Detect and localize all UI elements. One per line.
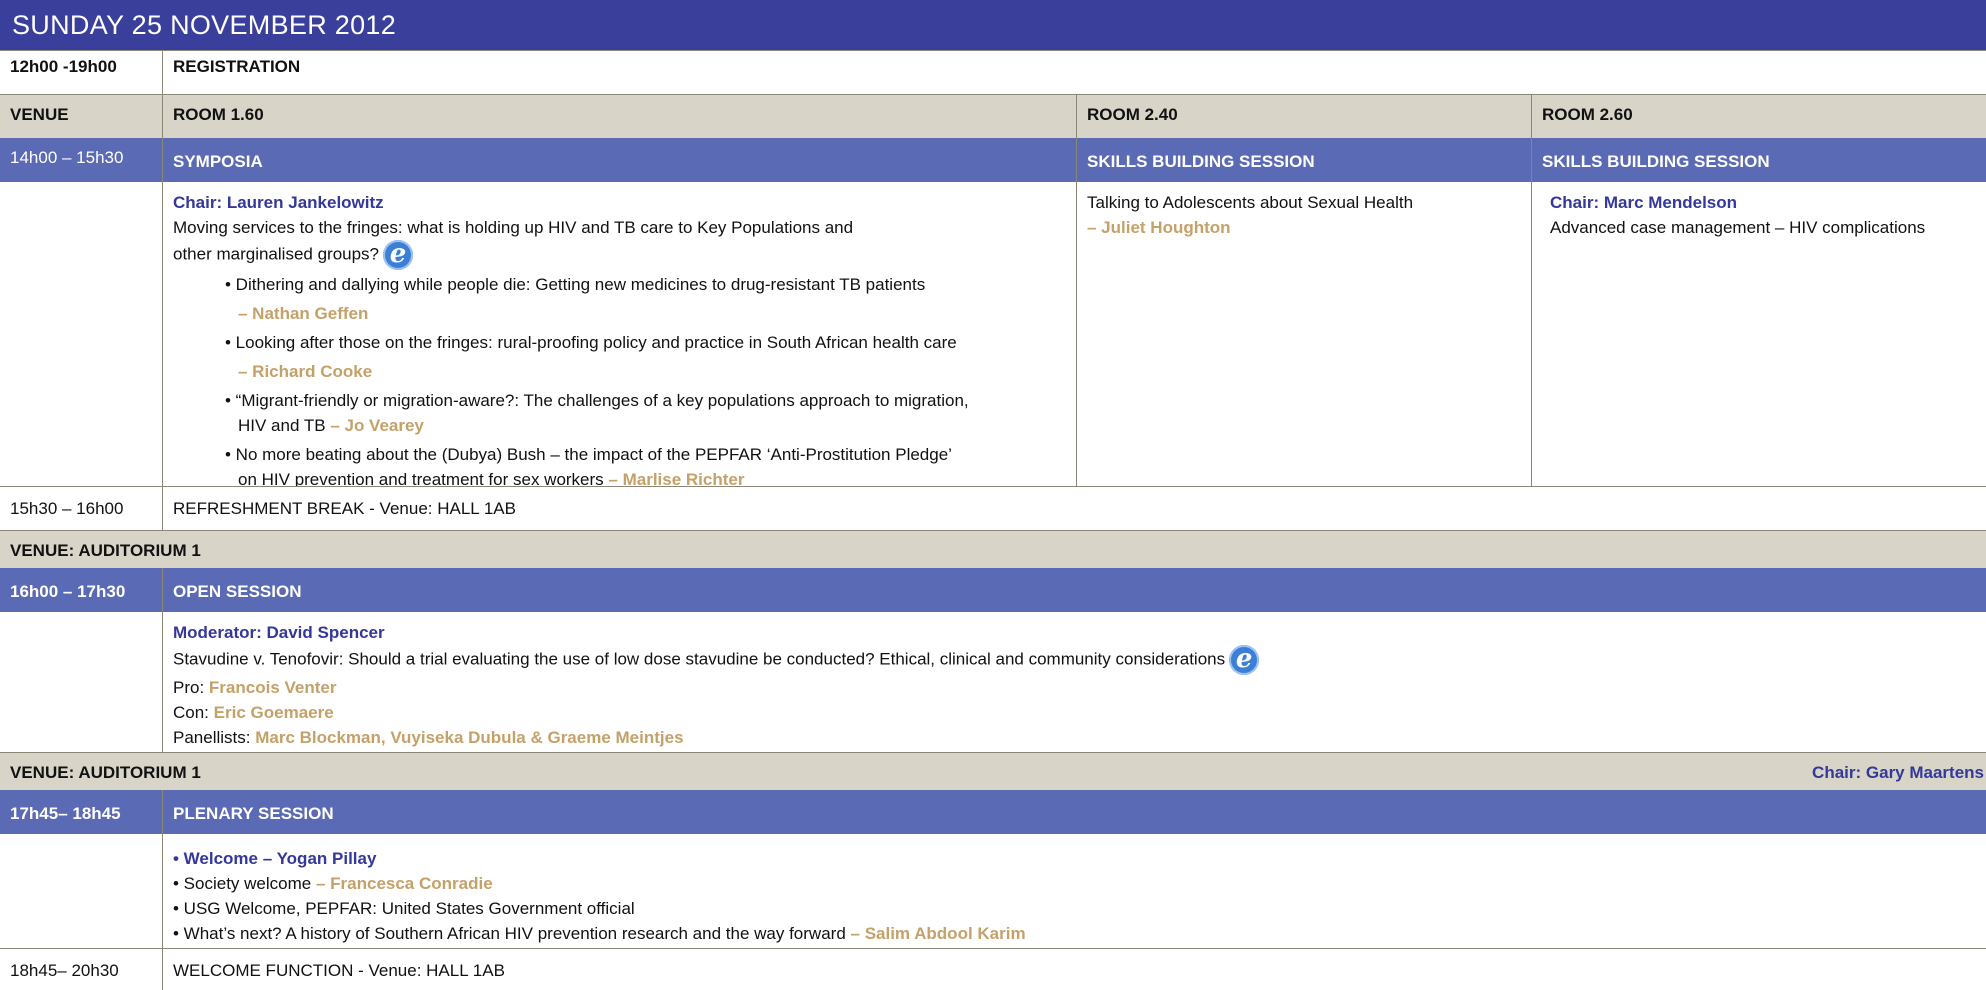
session1-time: 14h00 – 15h30 — [10, 148, 124, 167]
welcome-function-label: WELCOME FUNCTION - Venue: HALL 1AB — [162, 949, 1986, 990]
symposia-title-line2: other marginalised groups? — [173, 244, 380, 264]
con-speaker: Eric Goemaere — [213, 703, 334, 722]
venue-header-row: VENUE ROOM 1.60 ROOM 2.40 ROOM 2.60 — [0, 94, 1986, 138]
room-1-60: ROOM 1.60 — [162, 95, 1076, 138]
room260-content: Chair: Marc Mendelson Advanced case mana… — [1531, 182, 1986, 486]
registration-time: 12h00 -19h00 — [10, 57, 117, 76]
symposia-item-4-text2: on HIV prevention and treatment for sex … — [238, 470, 604, 486]
plenary-time: 17h45– 18h45 — [10, 804, 121, 823]
con-label: Con: — [173, 703, 209, 722]
registration-row: 12h00 -19h00 REGISTRATION — [0, 50, 1986, 94]
registration-label: REGISTRATION — [162, 51, 1986, 94]
open-session-con: Con: Eric Goemaere — [173, 700, 1976, 725]
open-session-label: OPEN SESSION — [162, 568, 1986, 612]
welcome-function-time: 18h45– 20h30 — [10, 961, 119, 980]
pro-label: Pro: — [173, 678, 205, 697]
room260-chair: Chair: Marc Mendelson — [1550, 193, 1738, 212]
room240-speaker: – Juliet Houghton — [1087, 218, 1231, 237]
session1-content-row: Chair: Lauren Jankelowitz Moving service… — [0, 182, 1986, 486]
skills-session-label-2: SKILLS BUILDING SESSION — [1531, 138, 1986, 182]
plenary-society-text: • Society welcome — [173, 874, 312, 893]
plenary-label: PLENARY SESSION — [162, 790, 1986, 834]
plenary-society: • Society welcome – Francesca Conradie — [173, 871, 1976, 896]
venue-aud1b-row: VENUE: AUDITORIUM 1 Chair: Gary Maartens — [0, 752, 1986, 790]
symposia-title-line2-wrap: other marginalised groups? e — [173, 240, 1066, 270]
plenary-society-speaker: – Francesca Conradie — [315, 874, 493, 893]
break1-time: 15h30 – 16h00 — [10, 499, 124, 518]
session1-header-row: 14h00 – 15h30 SYMPOSIA SKILLS BUILDING S… — [0, 138, 1986, 182]
e-learning-icon[interactable]: e — [1229, 645, 1260, 675]
page-title-bar: SUNDAY 25 NOVEMBER 2012 — [0, 0, 1986, 50]
plenary-next-text: • What’s next? A history of Southern Afr… — [173, 924, 846, 943]
plenary-time-blank — [0, 834, 162, 948]
symposia-label: SYMPOSIA — [162, 138, 1076, 182]
pro-speaker: Francois Venter — [208, 678, 337, 697]
room-2-60: ROOM 2.60 — [1531, 95, 1986, 138]
e-learning-icon[interactable]: e — [383, 240, 414, 270]
open-session-content-row: Moderator: David Spencer Stavudine v. Te… — [0, 612, 1986, 752]
room240-title: Talking to Adolescents about Sexual Heal… — [1087, 193, 1414, 212]
panel-label: Panellists: — [173, 728, 251, 747]
symposia-content: Chair: Lauren Jankelowitz Moving service… — [162, 182, 1076, 486]
venue-aud1-label: VENUE: AUDITORIUM 1 — [10, 541, 201, 560]
symposia-item-3-speaker: – Jo Vearey — [330, 416, 424, 435]
open-session-time: 16h00 – 17h30 — [10, 582, 126, 601]
room240-content: Talking to Adolescents about Sexual Heal… — [1076, 182, 1531, 486]
open-session-panel: Panellists: Marc Blockman, Vuyiseka Dubu… — [173, 725, 1976, 750]
plenary-next: • What’s next? A history of Southern Afr… — [173, 921, 1976, 946]
symposia-item-2-speaker: – Richard Cooke — [238, 362, 373, 381]
plenary-next-speaker: – Salim Abdool Karim — [850, 924, 1026, 943]
room260-title: Advanced case management – HIV complicat… — [1550, 218, 1926, 237]
symposia-item-1-speaker: – Nathan Geffen — [238, 304, 369, 323]
symposia-item-3: • “Migrant-friendly or migration-aware?:… — [225, 391, 969, 410]
plenary-content-row: • Welcome – Yogan Pillay • Society welco… — [0, 834, 1986, 948]
symposia-item-4: • No more beating about the (Dubya) Bush… — [225, 445, 952, 464]
symposia-item-2: • Looking after those on the fringes: ru… — [225, 333, 957, 352]
page-title: SUNDAY 25 NOVEMBER 2012 — [12, 10, 397, 40]
plenary-welcome: • Welcome – Yogan Pillay — [173, 849, 377, 868]
venue-aud1b-label: VENUE: AUDITORIUM 1 — [10, 763, 201, 782]
open-session-title: Stavudine v. Tenofovir: Should a trial e… — [173, 649, 1226, 669]
symposia-item-4-speaker: – Marlise Richter — [608, 470, 745, 486]
plenary-chair: Chair: Gary Maartens — [1812, 763, 1984, 782]
symposia-item-3-text2: HIV and TB — [238, 416, 326, 435]
symposia-item-3-cont: HIV and TB – Jo Vearey — [173, 413, 1066, 438]
plenary-header-row: 17h45– 18h45 PLENARY SESSION — [0, 790, 1986, 834]
room-2-40: ROOM 2.40 — [1076, 95, 1531, 138]
symposia-title-line1: Moving services to the fringes: what is … — [173, 218, 854, 237]
symposia-chair: Chair: Lauren Jankelowitz — [173, 193, 384, 212]
plenary-usg: • USG Welcome, PEPFAR: United States Gov… — [173, 899, 635, 918]
session1-time-blank — [0, 182, 162, 486]
open-session-content: Moderator: David Spencer Stavudine v. Te… — [162, 612, 1986, 752]
skills-session-label-1: SKILLS BUILDING SESSION — [1076, 138, 1531, 182]
venue-aud1-row: VENUE: AUDITORIUM 1 — [0, 530, 1986, 568]
open-session-moderator: Moderator: David Spencer — [173, 623, 385, 642]
panel-speakers: Marc Blockman, Vuyiseka Dubula & Graeme … — [255, 728, 684, 747]
symposia-item-1: • Dithering and dallying while people di… — [225, 275, 926, 294]
plenary-content: • Welcome – Yogan Pillay • Society welco… — [162, 834, 1986, 948]
break1-row: 15h30 – 16h00 REFRESHMENT BREAK - Venue:… — [0, 486, 1986, 530]
welcome-function-row: 18h45– 20h30 WELCOME FUNCTION - Venue: H… — [0, 948, 1986, 990]
open-session-time-blank — [0, 612, 162, 752]
open-session-header-row: 16h00 – 17h30 OPEN SESSION — [0, 568, 1986, 612]
break1-label: REFRESHMENT BREAK - Venue: HALL 1AB — [162, 487, 1986, 530]
open-session-pro: Pro: Francois Venter — [173, 675, 1976, 700]
venue-label: VENUE — [10, 105, 69, 124]
symposia-item-4-cont: on HIV prevention and treatment for sex … — [173, 467, 1066, 486]
open-session-title-wrap: Stavudine v. Tenofovir: Should a trial e… — [173, 645, 1976, 675]
